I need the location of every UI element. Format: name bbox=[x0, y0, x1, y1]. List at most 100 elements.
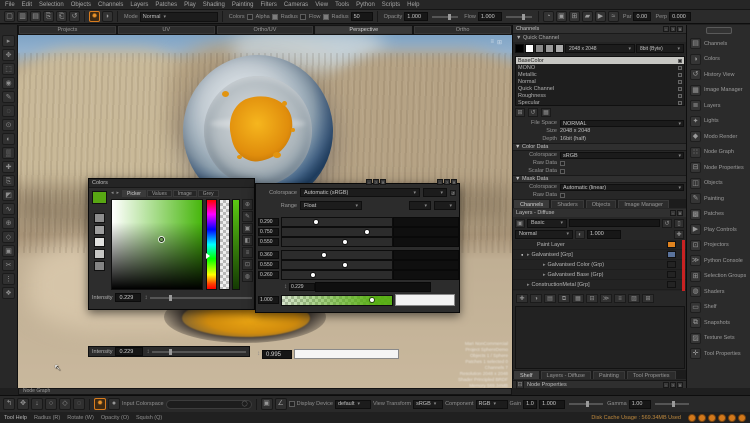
node-graph-bar[interactable]: Node Graph bbox=[18, 388, 512, 395]
slider-knob[interactable] bbox=[322, 253, 326, 257]
palette-modo-render[interactable]: ◆ Modo Render bbox=[687, 129, 750, 145]
tool-clone[interactable]: ⊙ bbox=[2, 119, 15, 131]
layer-row[interactable]: ▸ Galvanised Base (Grp) bbox=[513, 270, 686, 280]
menu-item[interactable]: File bbox=[5, 2, 15, 8]
value-strip[interactable] bbox=[232, 199, 240, 290]
undo-icon[interactable]: ↺ bbox=[69, 11, 80, 22]
pick-split-icon[interactable]: ◧ bbox=[242, 235, 253, 246]
gain-value[interactable]: 1.0 bbox=[523, 400, 537, 409]
channel-checkbox[interactable] bbox=[678, 94, 682, 98]
back-icon[interactable]: ↰ bbox=[3, 398, 15, 410]
picker-tab[interactable]: Image bbox=[173, 190, 197, 197]
dock-tab[interactable]: Layers - Diffuse bbox=[541, 371, 591, 379]
save-project-icon[interactable]: ▤ bbox=[30, 11, 41, 22]
property-row[interactable]: Scalar Data bbox=[513, 167, 686, 175]
gamma-field[interactable]: 1.00 bbox=[629, 400, 651, 409]
mask-layer-icon[interactable]: ▨ bbox=[628, 294, 640, 303]
trash-icon[interactable]: ▯ bbox=[674, 219, 684, 228]
notification-badge[interactable] bbox=[688, 414, 696, 422]
pick-box-icon[interactable]: ⊡ bbox=[242, 259, 253, 270]
alpha-knob[interactable] bbox=[370, 298, 374, 302]
viewport-tab[interactable]: Projects bbox=[19, 26, 116, 34]
tool-marquee[interactable]: ⬚ bbox=[2, 63, 15, 75]
gray-swatch[interactable] bbox=[94, 249, 105, 259]
palette-shaders[interactable]: ◍ Shaders bbox=[687, 284, 750, 300]
hud-toggle-icon[interactable]: ≡ bbox=[490, 39, 494, 46]
channel-swatch[interactable] bbox=[555, 44, 564, 53]
palette-painting[interactable]: ✎ Painting bbox=[687, 191, 750, 207]
dock-tab[interactable]: Objects bbox=[586, 200, 617, 208]
dock-tab[interactable]: Painting bbox=[593, 371, 625, 379]
channel-checkbox[interactable] bbox=[678, 80, 682, 84]
slider-value-field[interactable]: 0.750 bbox=[258, 228, 279, 236]
add-channel-icon[interactable]: ⊞ bbox=[515, 108, 525, 117]
mini-select-3[interactable] bbox=[434, 201, 456, 210]
add-adjustment-icon[interactable]: ◑ bbox=[530, 294, 542, 303]
menu-item[interactable]: Python bbox=[356, 2, 375, 8]
tab-scroll-right-icon[interactable]: ▸ bbox=[117, 190, 120, 197]
new-project-icon[interactable]: ▢ bbox=[4, 11, 15, 22]
picker-tab[interactable]: Picker bbox=[122, 190, 146, 197]
viewport-tab[interactable]: Ortho bbox=[414, 26, 511, 34]
property-value[interactable]: Automatic (linear) bbox=[560, 184, 684, 191]
menu-item[interactable]: Layers bbox=[130, 2, 148, 8]
pin-icon[interactable]: ▫ bbox=[663, 26, 669, 32]
viewport-tab[interactable]: Ortho/UV bbox=[217, 26, 314, 34]
toolbar-checkbox[interactable] bbox=[323, 14, 329, 20]
menu-item[interactable]: Filters bbox=[261, 2, 277, 8]
palette-colors[interactable]: ◑ Colors bbox=[687, 52, 750, 68]
pick-sphere-icon[interactable]: ◍ bbox=[242, 271, 253, 282]
pin-icon[interactable]: ▫ bbox=[663, 382, 669, 388]
par-field[interactable]: 0.00 bbox=[633, 12, 651, 21]
display-device-select[interactable]: default bbox=[335, 400, 371, 409]
sphere-preview-icon[interactable]: ● bbox=[108, 398, 120, 410]
expand-caret-icon[interactable]: ▸ bbox=[543, 272, 546, 278]
perp-field[interactable]: 0.000 bbox=[669, 12, 691, 21]
curve-icon[interactable]: ∠ bbox=[275, 398, 287, 410]
sv-cursor[interactable] bbox=[159, 237, 164, 242]
blend-half-icon[interactable]: ◐ bbox=[575, 230, 585, 239]
palette-tool-properties[interactable]: ✛ Tool Properties bbox=[687, 346, 750, 362]
folder-icon[interactable]: ▣ bbox=[515, 219, 525, 228]
channel-checkbox[interactable] bbox=[678, 73, 682, 77]
sync-channel-icon[interactable]: ↺ bbox=[528, 108, 538, 117]
close-icon[interactable]: ✕ bbox=[677, 210, 683, 216]
property-value[interactable] bbox=[560, 193, 565, 198]
remove-layer-icon[interactable]: ⊟ bbox=[586, 294, 598, 303]
gray-swatch[interactable] bbox=[94, 213, 105, 223]
channels-panel-title[interactable]: Channels ▫ ? ✕ bbox=[513, 25, 686, 34]
drop-icon[interactable]: ↓ bbox=[31, 398, 43, 410]
channel-checkbox[interactable] bbox=[678, 59, 682, 63]
palette-node-graph[interactable]: ∷ Node Graph bbox=[687, 145, 750, 161]
tool-add[interactable]: ✚ bbox=[2, 161, 15, 173]
tool-slice[interactable]: ✂ bbox=[2, 259, 15, 271]
channel-checkbox[interactable] bbox=[678, 87, 682, 91]
intensity-slider[interactable] bbox=[150, 297, 252, 299]
paint-tool-icon[interactable]: ✹ bbox=[89, 11, 100, 22]
channel-row[interactable]: Quick Channel bbox=[516, 85, 684, 92]
tool-more[interactable]: ⋮ bbox=[2, 273, 15, 285]
spinner-icon[interactable]: ↕ bbox=[257, 351, 260, 357]
property-row[interactable]: Raw Data bbox=[513, 191, 686, 199]
diamond-brush-icon[interactable]: ◇ bbox=[59, 398, 71, 410]
tool-vector[interactable]: ◇ bbox=[2, 231, 15, 243]
value-field[interactable]: 0.995 bbox=[262, 350, 292, 359]
slider-bar[interactable] bbox=[281, 260, 393, 270]
alpha-slider-bar[interactable] bbox=[281, 295, 393, 306]
palette-shelf[interactable]: ▭ Shelf bbox=[687, 300, 750, 316]
slider-value-field[interactable]: 0.290 bbox=[258, 218, 279, 226]
dock-tab[interactable]: Tool Properties bbox=[627, 371, 676, 379]
notification-badge[interactable] bbox=[728, 414, 736, 422]
menu-item[interactable]: Play bbox=[184, 2, 196, 8]
tool-gradient[interactable]: ◩ bbox=[2, 189, 15, 201]
dock-tab[interactable]: Image Manager bbox=[618, 200, 669, 208]
intensity-field[interactable]: 0.229 bbox=[115, 293, 141, 302]
flatten-icon[interactable]: ≡ bbox=[614, 294, 626, 303]
flow-slider[interactable] bbox=[506, 16, 532, 18]
mini-select-2[interactable] bbox=[409, 201, 431, 210]
slider-knob[interactable] bbox=[343, 240, 347, 244]
cache-layer-icon[interactable]: ⊞ bbox=[642, 294, 654, 303]
property-value[interactable] bbox=[551, 176, 684, 183]
input-colorspace-search[interactable]: ◯ bbox=[166, 400, 252, 409]
sync-icon[interactable]: ↺ bbox=[662, 219, 672, 228]
